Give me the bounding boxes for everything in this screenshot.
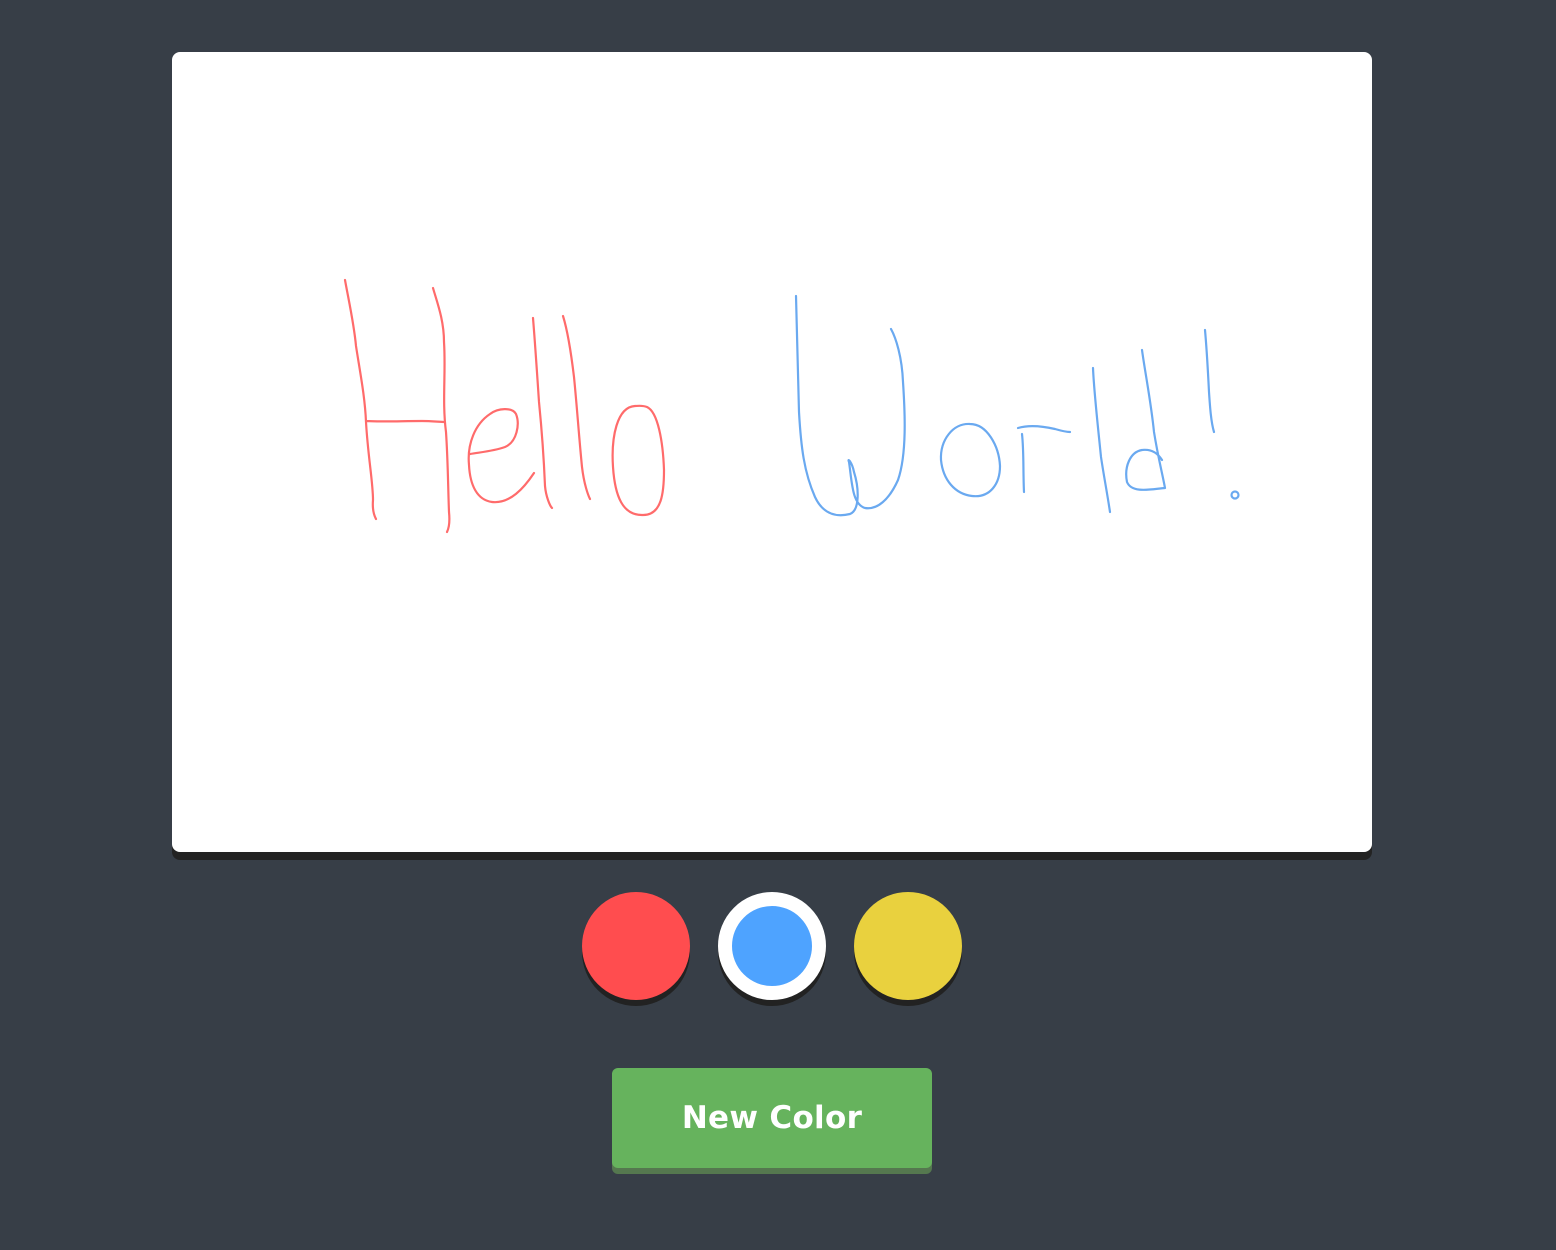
stroke-W	[794, 294, 906, 517]
stroke-world	[794, 294, 1240, 517]
stroke-d	[1125, 348, 1167, 491]
stroke-r	[1016, 425, 1072, 494]
color-swatch-red[interactable]	[582, 892, 690, 1000]
stroke-hello	[343, 278, 666, 534]
new-color-button[interactable]: New Color	[612, 1068, 932, 1168]
stroke-l1	[531, 316, 554, 510]
stroke-l-world	[1091, 366, 1112, 514]
drawing-canvas[interactable]	[172, 52, 1372, 852]
stroke-e	[467, 408, 536, 504]
stroke-o-world	[939, 422, 1002, 498]
color-swatch-blue[interactable]	[718, 892, 826, 1000]
stroke-H	[343, 278, 451, 534]
stroke-exclaim	[1203, 328, 1216, 434]
stroke-exclaim-dot	[1230, 490, 1240, 500]
color-palette	[0, 892, 1556, 1004]
drawing-surface[interactable]	[172, 52, 1372, 852]
color-swatch-yellow[interactable]	[854, 892, 962, 1000]
stroke-l2	[561, 314, 592, 501]
stroke-o-hello	[611, 404, 666, 517]
